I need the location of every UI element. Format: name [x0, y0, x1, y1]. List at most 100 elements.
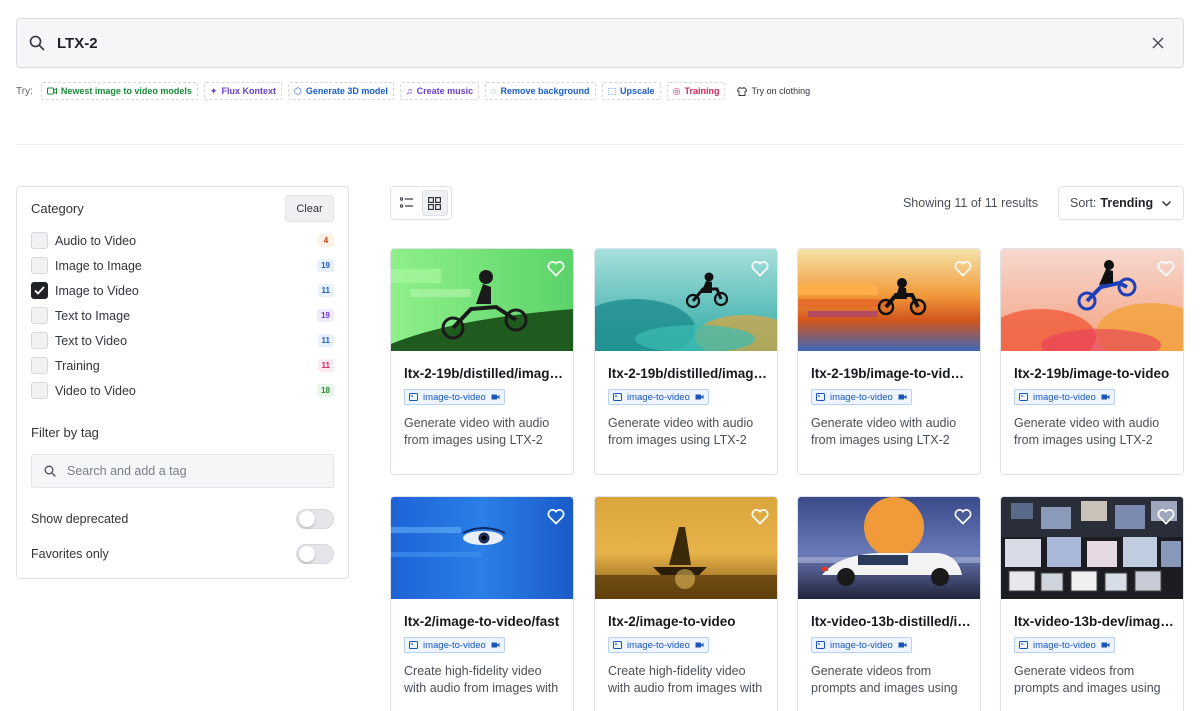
grid-view-button[interactable] [421, 190, 448, 216]
heart-icon[interactable] [954, 508, 972, 526]
model-card[interactable]: ltx-video-13b-distilled/image-to-video i… [797, 496, 981, 711]
checkbox-checked[interactable] [31, 282, 48, 299]
heart-icon[interactable] [547, 260, 565, 278]
card-description: Create high-fidelity video with audio fr… [404, 664, 559, 695]
card-thumbnail [798, 497, 980, 599]
checkbox[interactable] [31, 232, 48, 249]
favorites-only-toggle[interactable] [296, 544, 334, 564]
category-item-text-to-image[interactable]: Text to Image 19 [31, 303, 334, 328]
image-icon [1019, 641, 1028, 649]
model-card[interactable]: ltx-video-13b-dev/image-to-video image-t… [1000, 496, 1184, 711]
upscale-icon: ⬚ [607, 85, 617, 96]
try-chip-remove-background[interactable]: ◌ Remove background [485, 82, 596, 100]
checkbox[interactable] [31, 382, 48, 399]
try-chip-create-music[interactable]: ♫ Create music [399, 82, 480, 100]
card-tag[interactable]: image-to-video [811, 389, 912, 405]
checkbox[interactable] [31, 257, 48, 274]
card-description: Generate video with audio from images us… [608, 416, 754, 447]
try-chip-try-on-clothing[interactable]: Try on clothing [731, 82, 816, 100]
category-item-image-to-image[interactable]: Image to Image 19 [31, 253, 334, 278]
try-chip-image-to-video[interactable]: Newest image to video models [40, 82, 198, 100]
heart-icon[interactable] [751, 508, 769, 526]
card-tag[interactable]: image-to-video [1014, 389, 1115, 405]
video-icon [491, 642, 500, 648]
search-icon [44, 465, 56, 477]
card-tag[interactable]: image-to-video [608, 389, 709, 405]
card-thumbnail [798, 249, 980, 351]
model-card[interactable]: ltx-2/image-to-video image-to-video Crea… [594, 496, 778, 711]
show-deprecated-row: Show deprecated [31, 508, 334, 530]
image-icon [409, 393, 418, 401]
card-description: Create high-fidelity video with audio fr… [608, 664, 763, 695]
target-icon: ◎ [672, 85, 681, 96]
model-card[interactable]: ltx-2-19b/distilled/image-to-video/lora … [594, 248, 778, 475]
card-tag[interactable]: image-to-video [404, 389, 505, 405]
card-tag[interactable]: image-to-video [811, 637, 912, 653]
try-chip-training[interactable]: ◎ Training [666, 82, 726, 100]
search-bar[interactable]: LTX-2 [16, 18, 1184, 68]
video-icon [491, 394, 500, 400]
clear-button[interactable]: Clear [285, 195, 334, 222]
shirt-icon [737, 86, 748, 96]
card-title[interactable]: ltx-video-13b-distilled/image-to-video [811, 614, 971, 629]
category-label: Audio to Video [55, 233, 137, 248]
search-input[interactable]: LTX-2 [57, 35, 1151, 52]
count-badge: 19 [317, 259, 334, 272]
favorites-only-row: Favorites only [31, 543, 334, 565]
category-item-video-to-video[interactable]: Video to Video 18 [31, 378, 334, 403]
card-description: Generate video with audio from images us… [404, 416, 550, 447]
model-card[interactable]: ltx-2-19b/image-to-video image-to-video … [1000, 248, 1184, 475]
filter-sidebar: Category Clear Audio to Video 4 Image to… [16, 186, 349, 579]
sort-dropdown[interactable]: Sort: Trending [1058, 186, 1184, 220]
try-chip-label: Training [684, 86, 720, 96]
card-title[interactable]: ltx-2-19b/distilled/image-to-video [404, 366, 564, 381]
try-chip-flux-kontext[interactable]: ✦ Flux Kontext [203, 82, 282, 100]
card-thumbnail [391, 249, 573, 351]
card-tag[interactable]: image-to-video [1014, 637, 1115, 653]
tag-search-field[interactable] [31, 454, 334, 488]
card-title[interactable]: ltx-2/image-to-video/fast [404, 614, 564, 629]
category-item-audio-to-video[interactable]: Audio to Video 4 [31, 228, 334, 253]
heart-icon[interactable] [547, 508, 565, 526]
card-tag[interactable]: image-to-video [404, 637, 505, 653]
category-item-text-to-video[interactable]: Text to Video 11 [31, 328, 334, 353]
checkbox[interactable] [31, 307, 48, 324]
close-icon[interactable] [1151, 36, 1165, 50]
model-card[interactable]: ltx-2-19b/image-to-video/lora image-to-v… [797, 248, 981, 475]
category-label: Text to Video [55, 333, 128, 348]
heart-icon[interactable] [954, 260, 972, 278]
model-card[interactable]: ltx-2-19b/distilled/image-to-video image… [390, 248, 574, 475]
heart-icon[interactable] [1157, 508, 1175, 526]
image-icon [613, 393, 622, 401]
checkmark-icon [34, 286, 45, 295]
heart-icon[interactable] [751, 260, 769, 278]
model-card[interactable]: ltx-2/image-to-video/fast image-to-video… [390, 496, 574, 711]
show-deprecated-toggle[interactable] [296, 509, 334, 529]
card-title[interactable]: ltx-2-19b/image-to-video/lora [811, 366, 971, 381]
card-title[interactable]: ltx-2-19b/image-to-video [1014, 366, 1174, 381]
card-tag[interactable]: image-to-video [608, 637, 709, 653]
results-count: Showing 11 of 11 results [902, 196, 1038, 210]
card-tag-label: image-to-video [830, 639, 893, 651]
music-icon: ♫ [405, 85, 413, 96]
sparkle-icon: ✦ [209, 85, 218, 96]
category-item-image-to-video[interactable]: Image to Video 11 [31, 278, 334, 303]
heart-icon[interactable] [1157, 260, 1175, 278]
try-chip-3d-model[interactable]: ⬡ Generate 3D model [287, 82, 394, 100]
checkbox[interactable] [31, 357, 48, 374]
card-title[interactable]: ltx-2/image-to-video [608, 614, 768, 629]
try-chip-upscale[interactable]: ⬚ Upscale [601, 82, 661, 100]
try-chip-label: Upscale [620, 86, 655, 96]
category-item-training[interactable]: Training 11 [31, 353, 334, 378]
try-chip-label: Try on clothing [751, 86, 811, 96]
list-view-button[interactable] [394, 190, 420, 216]
count-badge: 19 [317, 309, 334, 322]
list-icon [399, 197, 413, 208]
category-label: Video to Video [55, 383, 136, 398]
category-label: Image to Video [55, 283, 139, 298]
checkbox[interactable] [31, 332, 48, 349]
card-title[interactable]: ltx-2-19b/distilled/image-to-video/lora [608, 366, 768, 381]
card-description: Generate video with audio from images us… [811, 416, 957, 447]
card-title[interactable]: ltx-video-13b-dev/image-to-video [1014, 614, 1174, 629]
tag-search-input[interactable] [67, 464, 307, 478]
